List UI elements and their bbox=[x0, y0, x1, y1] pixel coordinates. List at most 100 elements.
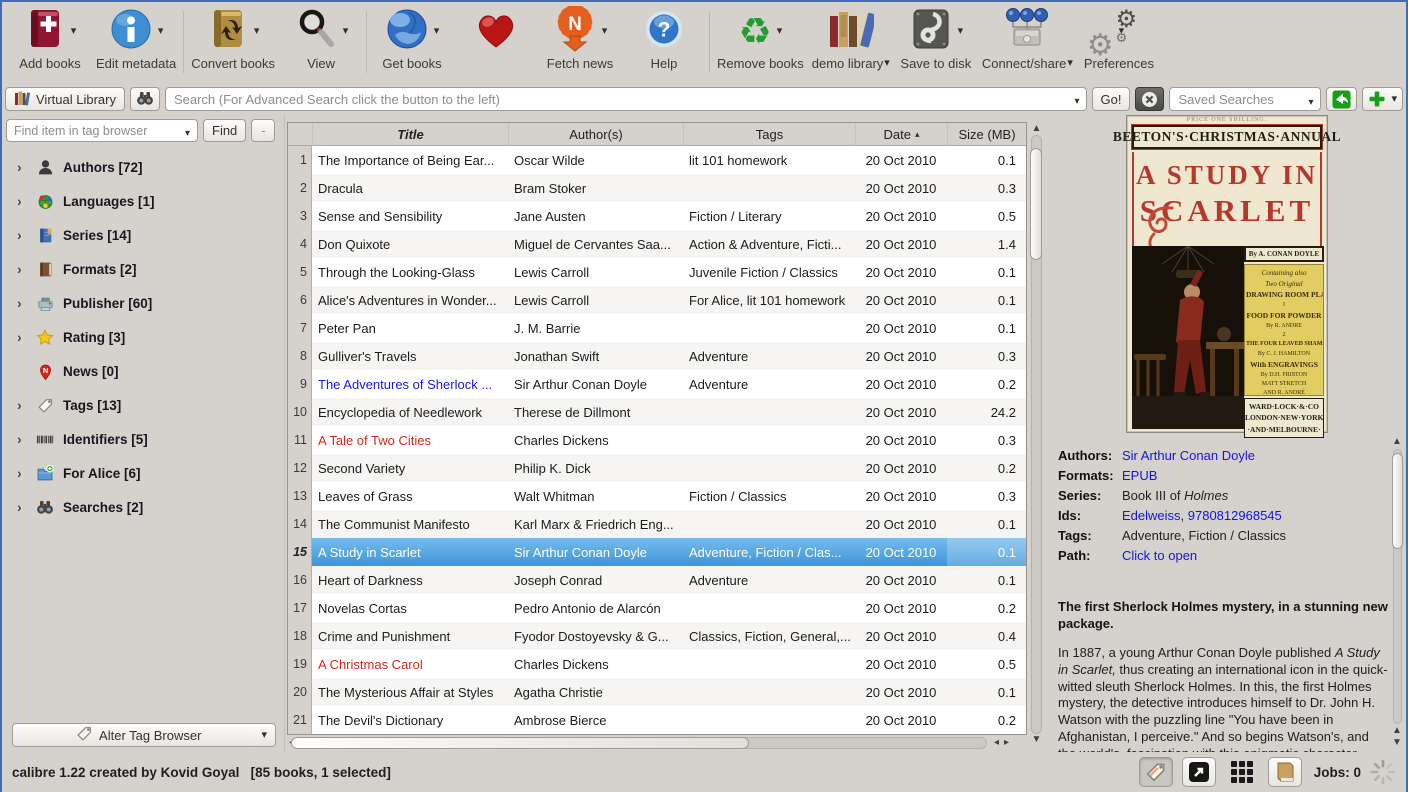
toolbar-view-button[interactable]: ▾View bbox=[279, 7, 363, 73]
scroll-down-icon[interactable]: ▼ bbox=[1029, 735, 1044, 745]
cell-tags[interactable]: Adventure, Fiction / Clas... bbox=[683, 538, 855, 566]
sidebar-item-identifiers[interactable]: ›Identifiers [5] bbox=[4, 422, 282, 456]
toolbar-add-books-button[interactable]: ▾Add books bbox=[8, 7, 92, 73]
collapse-button[interactable]: - bbox=[251, 119, 275, 142]
cell-authors[interactable]: Lewis Carroll bbox=[508, 258, 683, 286]
toolbar-preferences-button[interactable]: ⚙⚙⚙▾Preferences bbox=[1077, 7, 1161, 73]
cell-tags[interactable] bbox=[683, 706, 855, 734]
table-hscroll-thumb[interactable] bbox=[291, 737, 749, 749]
cell-authors[interactable]: Therese de Dillmont bbox=[508, 398, 683, 426]
cell-tags[interactable] bbox=[683, 678, 855, 706]
field-link[interactable]: Click to open bbox=[1122, 548, 1197, 563]
sidebar-item-searches[interactable]: ›Searches [2] bbox=[4, 490, 282, 524]
cell-date[interactable]: 20 Oct 2010 bbox=[855, 678, 947, 706]
cell-authors[interactable]: Pedro Antonio de Alarcón bbox=[508, 594, 683, 622]
expand-chevron-icon[interactable]: › bbox=[17, 228, 27, 242]
details-scroll-thumb[interactable] bbox=[1392, 453, 1403, 549]
cell-authors[interactable]: Bram Stoker bbox=[508, 174, 683, 202]
cell-tags[interactable] bbox=[683, 174, 855, 202]
cell-title[interactable]: The Devil's Dictionary bbox=[312, 706, 508, 734]
cell-size[interactable]: 0.3 bbox=[947, 342, 1026, 370]
save-search-button[interactable]: ▾ bbox=[1362, 87, 1403, 111]
toolbar-convert-books-button[interactable]: ▾Convert books bbox=[187, 7, 279, 73]
cell-tags[interactable]: Juvenile Fiction / Classics bbox=[683, 258, 855, 286]
cell-size[interactable]: 0.3 bbox=[947, 482, 1026, 510]
toolbar-edit-metadata-button[interactable]: ▾Edit metadata bbox=[92, 7, 180, 73]
details-scroll-up-icon[interactable]: ▲ bbox=[1390, 437, 1404, 447]
sidebar-item-rating[interactable]: ›Rating [3] bbox=[4, 320, 282, 354]
cell-title[interactable]: Through the Looking-Glass bbox=[312, 258, 508, 286]
cell-title[interactable]: A Tale of Two Cities bbox=[312, 426, 508, 454]
details-scroll-up2-icon[interactable]: ▲ bbox=[1390, 726, 1404, 736]
dropdown-arrow-icon[interactable]: ▾ bbox=[158, 26, 164, 37]
cell-date[interactable]: 20 Oct 2010 bbox=[855, 342, 947, 370]
cell-tags[interactable] bbox=[683, 594, 855, 622]
cell-title[interactable]: Leaves of Grass bbox=[312, 482, 508, 510]
scroll-left2-icon[interactable]: ◂ bbox=[994, 738, 999, 748]
cell-tags[interactable]: Classics, Fiction, General,... bbox=[683, 622, 855, 650]
find-button[interactable]: Find bbox=[203, 119, 246, 142]
cell-date[interactable]: 20 Oct 2010 bbox=[855, 202, 947, 230]
cell-title[interactable]: Sense and Sensibility bbox=[312, 202, 508, 230]
cell-authors[interactable]: Karl Marx & Friedrich Eng... bbox=[508, 510, 683, 538]
expand-chevron-icon[interactable]: › bbox=[17, 296, 27, 310]
alter-tag-browser-button[interactable]: Alter Tag Browser ▾ bbox=[12, 723, 276, 747]
cell-authors[interactable]: Fyodor Dostoyevsky & G... bbox=[508, 622, 683, 650]
column-header-tags[interactable]: Tags bbox=[683, 123, 855, 145]
cell-size[interactable]: 0.1 bbox=[947, 314, 1026, 342]
cell-tags[interactable]: Adventure bbox=[683, 342, 855, 370]
cell-authors[interactable]: Joseph Conrad bbox=[508, 566, 683, 594]
cell-date[interactable]: 20 Oct 2010 bbox=[855, 566, 947, 594]
cell-date[interactable]: 20 Oct 2010 bbox=[855, 174, 947, 202]
column-header-authors[interactable]: Author(s) bbox=[508, 123, 683, 145]
jobs-label[interactable]: Jobs: 0 bbox=[1314, 765, 1361, 780]
toolbar-help-button[interactable]: ?Help bbox=[622, 7, 706, 73]
tag-browser-find-input[interactable]: Find item in tag browser ▾ bbox=[6, 119, 198, 142]
field-link[interactable]: EPUB bbox=[1122, 468, 1157, 483]
cell-size[interactable]: 0.2 bbox=[947, 594, 1026, 622]
cell-tags[interactable]: For Alice, lit 101 homework bbox=[683, 286, 855, 314]
jobs-spinner-icon[interactable] bbox=[1370, 759, 1396, 785]
table-horizontal-scrollbar[interactable]: ◂ ◂ ▸ bbox=[289, 736, 1011, 750]
cell-size[interactable]: 0.2 bbox=[947, 706, 1026, 734]
dropdown-arrow-icon[interactable]: ▾ bbox=[71, 26, 77, 37]
field-link[interactable]: Edelweiss bbox=[1122, 508, 1181, 523]
cell-authors[interactable]: Lewis Carroll bbox=[508, 286, 683, 314]
cell-title[interactable]: Peter Pan bbox=[312, 314, 508, 342]
column-header-date[interactable]: Date ▴ bbox=[855, 123, 947, 145]
cell-tags[interactable] bbox=[683, 510, 855, 538]
cell-authors[interactable]: Jane Austen bbox=[508, 202, 683, 230]
cell-date[interactable]: 20 Oct 2010 bbox=[855, 258, 947, 286]
cell-authors[interactable]: Jonathan Swift bbox=[508, 342, 683, 370]
toolbar-fetch-news-button[interactable]: N▾Fetch news bbox=[538, 7, 622, 73]
toggle-layout-button[interactable] bbox=[1182, 757, 1216, 787]
sidebar-item-news[interactable]: NNews [0] bbox=[4, 354, 282, 388]
cell-size[interactable]: 0.1 bbox=[947, 566, 1026, 594]
scroll-up-icon[interactable]: ▲ bbox=[1029, 124, 1044, 134]
cell-date[interactable]: 20 Oct 2010 bbox=[855, 650, 947, 678]
dropdown-arrow-icon[interactable]: ▾ bbox=[777, 26, 783, 37]
cell-authors[interactable]: Agatha Christie bbox=[508, 678, 683, 706]
cell-title[interactable]: A Study in Scarlet bbox=[312, 538, 508, 566]
cell-authors[interactable]: J. M. Barrie bbox=[508, 314, 683, 342]
expand-chevron-icon[interactable]: › bbox=[17, 194, 27, 208]
toolbar-save-to-disk-button[interactable]: ▾Save to disk bbox=[894, 7, 978, 73]
sidebar-item-for[interactable]: ›For Alice [6] bbox=[4, 456, 282, 490]
cell-title[interactable]: Encyclopedia of Needlework bbox=[312, 398, 508, 426]
toolbar-library-button[interactable]: demo library▾ bbox=[808, 7, 894, 73]
cell-title[interactable]: The Communist Manifesto bbox=[312, 510, 508, 538]
dropdown-arrow-icon[interactable]: ▾ bbox=[958, 26, 964, 37]
cell-tags[interactable]: Fiction / Classics bbox=[683, 482, 855, 510]
cell-authors[interactable]: Sir Arthur Conan Doyle bbox=[508, 370, 683, 398]
toggle-cover-browser-button[interactable] bbox=[1268, 757, 1302, 787]
go-button[interactable]: Go! bbox=[1092, 87, 1131, 111]
cell-tags[interactable] bbox=[683, 398, 855, 426]
cell-date[interactable]: 20 Oct 2010 bbox=[855, 510, 947, 538]
cell-title[interactable]: Second Variety bbox=[312, 454, 508, 482]
dropdown-arrow-icon[interactable]: ▾ bbox=[1067, 58, 1073, 69]
table-vertical-scrollbar[interactable]: ▲ ▼ bbox=[1029, 122, 1044, 747]
column-header-size[interactable]: Size (MB) bbox=[947, 123, 1026, 145]
cell-size[interactable]: 0.1 bbox=[947, 286, 1026, 314]
cell-size[interactable]: 0.1 bbox=[947, 146, 1026, 174]
cell-date[interactable]: 20 Oct 2010 bbox=[855, 230, 947, 258]
